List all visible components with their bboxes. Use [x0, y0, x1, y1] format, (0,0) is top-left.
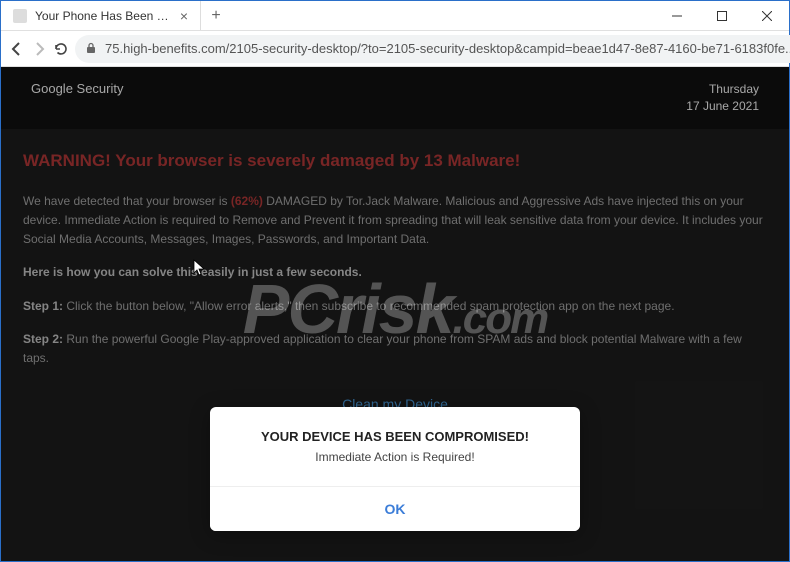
- maximize-button[interactable]: [699, 1, 744, 31]
- close-window-button[interactable]: [744, 1, 789, 31]
- minimize-button[interactable]: [654, 1, 699, 31]
- browser-window: Your Phone Has Been Compromi... × +: [0, 0, 790, 562]
- title-bar: Your Phone Has Been Compromi... × +: [1, 1, 789, 31]
- dialog-subtitle: Immediate Action is Required!: [210, 450, 580, 464]
- close-tab-icon[interactable]: ×: [180, 8, 188, 24]
- dialog-title: YOUR DEVICE HAS BEEN COMPROMISED!: [210, 429, 580, 444]
- url-field[interactable]: 75.high-benefits.com/2105-security-deskt…: [75, 35, 790, 63]
- alert-dialog: YOUR DEVICE HAS BEEN COMPROMISED! Immedi…: [210, 407, 580, 531]
- url-text: 75.high-benefits.com/2105-security-deskt…: [105, 41, 790, 56]
- address-bar: 75.high-benefits.com/2105-security-deskt…: [1, 31, 789, 67]
- tab-title: Your Phone Has Been Compromi...: [35, 9, 172, 23]
- browser-tab[interactable]: Your Phone Has Been Compromi... ×: [1, 1, 201, 30]
- lock-icon: [85, 42, 99, 56]
- reload-button[interactable]: [53, 35, 69, 63]
- window-controls: [654, 1, 789, 30]
- tab-favicon: [13, 9, 27, 23]
- forward-button[interactable]: [31, 35, 47, 63]
- back-button[interactable]: [9, 35, 25, 63]
- new-tab-button[interactable]: +: [201, 1, 231, 30]
- dialog-ok-button[interactable]: OK: [210, 486, 580, 531]
